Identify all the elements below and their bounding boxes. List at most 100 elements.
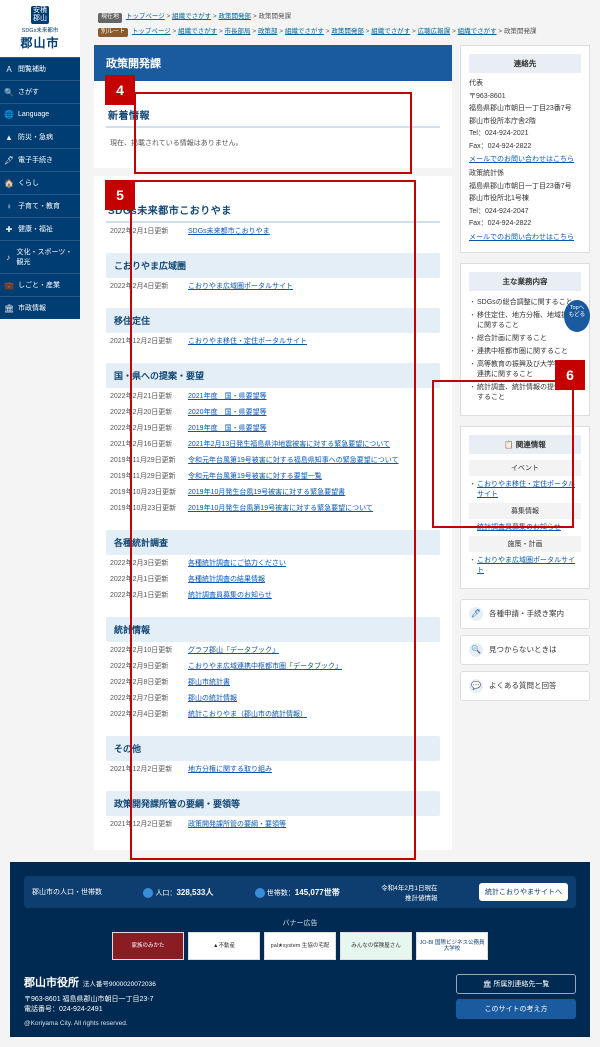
banner-ad[interactable]: 家族のみかた	[112, 932, 184, 960]
list-item: 2022年2月10日更新グラフ郡山「データブック」	[106, 642, 440, 658]
breadcrumb: 現在地 トップページ > 組織でさがす > 政策開発部 > 政策開発課	[94, 10, 590, 25]
nav-item[interactable]: ▲ 防災・急病	[0, 125, 80, 148]
related-link[interactable]: こおりやま移住・定住ポータルサイト	[477, 481, 575, 498]
breadcrumb-link[interactable]: 組織でさがす	[285, 28, 324, 35]
item-link[interactable]: 郡山市統計書	[188, 677, 230, 687]
list-item: 2022年2月19日更新2019年度 国・県要望等	[106, 420, 440, 436]
breadcrumb-link[interactable]: 組織でさがす	[458, 28, 497, 35]
nav-icon: 💼	[4, 281, 14, 290]
item-link[interactable]: 各種統計調査にご協力ください	[188, 558, 286, 568]
breadcrumb-link[interactable]: 広聴広報課	[418, 28, 451, 35]
related-link[interactable]: こおりやま広域圏ポータルサイト	[477, 557, 575, 574]
item-link[interactable]: 2019年10月発生台風19号被害に対する緊急要望書	[188, 487, 345, 497]
list-item: 2022年2月1日更新統計調査員募集のお知らせ	[106, 587, 440, 603]
breadcrumb-link[interactable]: 組織でさがす	[371, 28, 410, 35]
item-link[interactable]: 統計調査員募集のお知らせ	[188, 590, 272, 600]
nav-label: 電子手続き	[18, 155, 53, 165]
item-date: 2019年10月23日更新	[110, 503, 182, 513]
nav-icon: ♀	[4, 202, 14, 211]
aside-button-icon: 💬	[469, 679, 483, 693]
nav-label: 市政情報	[18, 303, 46, 313]
category-heading: こおりやま広域圏	[106, 253, 440, 278]
breadcrumb-link[interactable]: 政策部	[258, 28, 278, 35]
back-to-top-button[interactable]: Topへもどる	[564, 300, 590, 332]
list-item: 2022年2月4日更新こおりやま広域圏ポータルサイト	[106, 278, 440, 294]
aside-button[interactable]: 💬 よくある質問と回答	[460, 671, 590, 701]
breadcrumb-link[interactable]: 政策開発部	[219, 13, 252, 20]
item-link[interactable]: 郡山の統計情報	[188, 693, 237, 703]
nav-item[interactable]: 🏠くらし	[0, 171, 80, 194]
nav-icon: ♪	[4, 253, 13, 262]
banner-ad[interactable]: pal★system 生協の宅配	[264, 932, 336, 960]
nav-item[interactable]: 🖋電子手続き	[0, 148, 80, 171]
nav-item[interactable]: 🏛 市政情報	[0, 296, 80, 319]
aside-button-label: よくある質問と回答	[489, 680, 557, 691]
contact-mail-link[interactable]: メールでのお問い合わせはこちら	[469, 156, 574, 163]
site-policy-button[interactable]: このサイトの考え方	[456, 999, 576, 1019]
item-link[interactable]: 令和元年台風第19号被害に対する福島県知事への緊急要望について	[188, 455, 399, 465]
list-item: 2019年10月23日更新2019年10月発生台風19号被害に対する緊急要望書	[106, 484, 440, 500]
item-link[interactable]: 統計こおりやま（郡山市の統計情報）	[188, 709, 307, 719]
aside-button[interactable]: 🔍見つからないときは	[460, 635, 590, 665]
nav-item[interactable]: ✚健康・福祉	[0, 217, 80, 240]
annotation-marker-5: 5	[105, 180, 135, 210]
item-link[interactable]: 2019年度 国・県要望等	[188, 423, 267, 433]
list-item: 2019年11月29日更新令和元年台風第19号被害に対する要望一覧	[106, 468, 440, 484]
breadcrumb-link[interactable]: トップページ	[132, 28, 171, 35]
breadcrumb-link[interactable]: 政策開発部	[331, 28, 364, 35]
item-link[interactable]: こおりやま広域連携中枢都市圏「データブック」	[188, 661, 342, 671]
list-item: 2022年2月9日更新こおりやま広域連携中枢都市圏「データブック」	[106, 658, 440, 674]
stats-site-button[interactable]: 統計こおりやまサイトへ	[479, 883, 568, 901]
aside-button[interactable]: 🖊各種申請・手続き案内	[460, 599, 590, 629]
site-logo[interactable]: 安積郡山 SDGs未来都市 郡山市	[0, 0, 80, 57]
nav-label: さがす	[18, 87, 39, 97]
contact-mail-link-2[interactable]: メールでのお問い合わせはこちら	[469, 234, 574, 241]
item-date: 2019年11月29日更新	[110, 471, 182, 481]
item-link[interactable]: こおりやま広域圏ポータルサイト	[188, 281, 293, 291]
item-date: 2021年12月2日更新	[110, 764, 182, 774]
item-date: 2022年2月4日更新	[110, 709, 182, 719]
list-item: 2019年10月23日更新 2019年10月発生台風第19号被害に対する緊急要望に…	[106, 500, 440, 516]
item-date: 2021年2月16日更新	[110, 439, 182, 449]
nav-icon: 🏠	[4, 179, 14, 188]
item-link[interactable]: こおりやま移住・定住ポータルサイト	[188, 336, 307, 346]
banner-ad[interactable]: ▲不動産	[188, 932, 260, 960]
item-date: 2022年2月4日更新	[110, 281, 182, 291]
nav-item[interactable]: ♪文化・スポーツ・観光	[0, 240, 80, 273]
item-link[interactable]: 2019年10月発生台風第19号被害に対する緊急要望について	[188, 503, 373, 513]
item-link[interactable]: 2021年2月13日発生福島県沖地震被害に対する緊急要望について	[188, 439, 390, 449]
banner-ad[interactable]: みんなの保険屋さん	[340, 932, 412, 960]
item-date: 2022年2月1日更新	[110, 590, 182, 600]
category-heading: 国・県への提案・要望	[106, 363, 440, 388]
related-link[interactable]: 統計調査員募集のお知らせ	[477, 524, 561, 531]
sdgs-section: SDGs未来都市こおりやま 2022年2月1日更新SDGs未来都市こおりやまこお…	[94, 176, 452, 850]
nav-item[interactable]: A閲覧補助	[0, 57, 80, 80]
aside-button-icon: 🖊	[469, 607, 483, 621]
item-link[interactable]: SDGs未来都市こおりやま	[188, 226, 270, 236]
item-date: 2021年12月2日更新	[110, 819, 182, 829]
banner-ad[interactable]: JO-BI 国際ビジネス公務員大学校	[416, 932, 488, 960]
item-link[interactable]: 2020年度 国・県要望等	[188, 407, 267, 417]
item-link[interactable]: 2021年度 国・県要望等	[188, 391, 267, 401]
nav-item[interactable]: 🔍 さがす	[0, 80, 80, 103]
item-date: 2021年12月2日更新	[110, 336, 182, 346]
nav-item[interactable]: ♀子育て・教育	[0, 194, 80, 217]
nav-label: 防災・急病	[18, 132, 53, 142]
item-date: 2022年2月1日更新	[110, 574, 182, 584]
breadcrumb-link[interactable]: 組織でさがす	[178, 28, 217, 35]
nav-icon: ▲	[4, 133, 14, 142]
category-heading: 政策開発課所管の要綱・要領等	[106, 791, 440, 816]
nav-icon: 🏛	[4, 304, 14, 313]
nav-item[interactable]: 💼しごと・産業	[0, 273, 80, 296]
nav-item[interactable]: 🌐Language	[0, 103, 80, 125]
breadcrumb-link[interactable]: 組織でさがす	[172, 13, 211, 20]
item-link[interactable]: 政策開発課所管の要綱・要領等	[188, 819, 286, 829]
contacts-list-button[interactable]: 🏛 所属別連絡先一覧	[456, 974, 576, 994]
nav-icon: 🔍	[4, 88, 14, 97]
breadcrumb-link[interactable]: 市長部局	[225, 28, 251, 35]
breadcrumb-link[interactable]: トップページ	[126, 13, 165, 20]
item-link[interactable]: 令和元年台風第19号被害に対する要望一覧	[188, 471, 322, 481]
item-link[interactable]: グラフ郡山「データブック」	[188, 645, 279, 655]
item-link[interactable]: 各種統計調査の結果情報	[188, 574, 265, 584]
item-link[interactable]: 地方分権に関する取り組み	[188, 764, 272, 774]
